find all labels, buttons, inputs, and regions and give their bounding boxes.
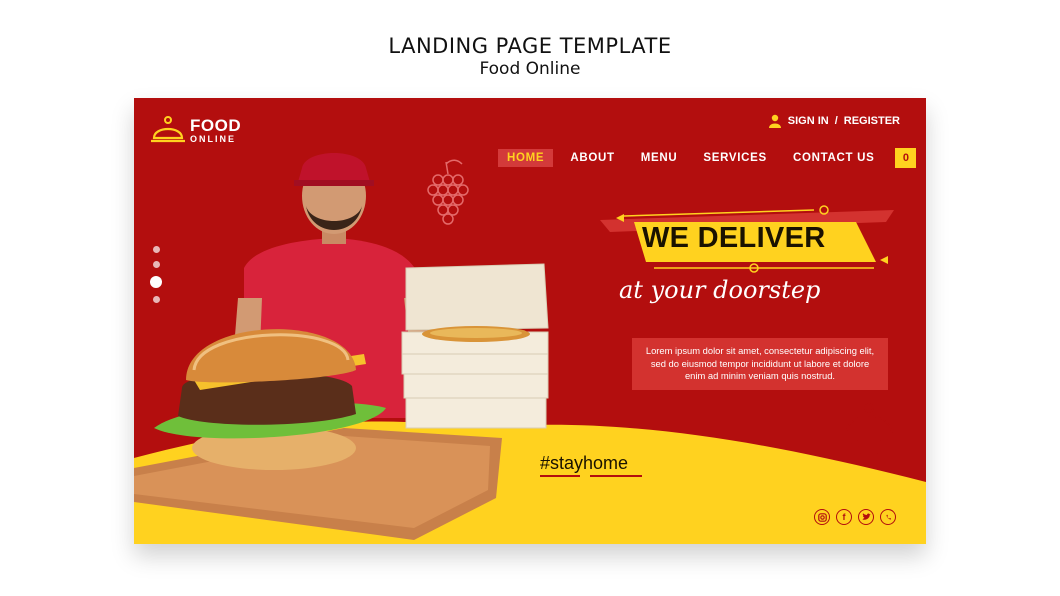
slider-dot[interactable] xyxy=(153,261,160,268)
signin-link[interactable]: SIGN IN xyxy=(788,115,829,127)
nav-item-home[interactable]: HOME xyxy=(498,149,554,167)
hero-description-line: Lorem ipsum dolor sit amet, consectetur … xyxy=(645,345,875,356)
landing-page: FOOD ONLINE SIGN IN / REGISTER HOME ABOU… xyxy=(134,98,926,544)
hero-description-line: enim ad minim veniam quis nostrud. xyxy=(684,370,836,381)
hero-description-line: sed do eiusmod tempor incididunt ut labo… xyxy=(650,357,870,369)
user-icon xyxy=(768,114,781,128)
template-subtitle: Food Online xyxy=(479,59,581,79)
nav-item-contact[interactable]: CONTACT US xyxy=(784,149,884,167)
nav-item-about[interactable]: ABOUT xyxy=(561,149,623,167)
main-nav: HOME ABOUT MENU SERVICES CONTACT US 0 xyxy=(498,148,917,168)
social-links: f xyxy=(814,509,902,525)
cloche-icon xyxy=(151,116,185,143)
hero-headline: WE DELIVER xyxy=(642,222,826,254)
slider-dot[interactable] xyxy=(153,296,160,303)
slider-dot-active[interactable] xyxy=(150,276,162,288)
hashtag: #stayhome xyxy=(540,453,629,473)
hero-tagline: at your doorstep xyxy=(619,276,821,304)
template-title: LANDING PAGE TEMPLATE xyxy=(388,34,672,58)
slider-dot[interactable] xyxy=(153,246,160,253)
auth-links: SIGN IN / REGISTER xyxy=(768,114,900,128)
logo-line1: FOOD xyxy=(190,115,242,135)
pizza-boxes-illustration xyxy=(401,263,549,429)
hashtag-underline xyxy=(590,475,642,477)
register-link[interactable]: REGISTER xyxy=(844,115,900,127)
nav-item-services[interactable]: SERVICES xyxy=(694,149,776,167)
hero-description: Lorem ipsum dolor sit amet, consectetur … xyxy=(632,338,888,390)
slider-dots xyxy=(150,246,162,311)
cart-count-badge[interactable]: 0 xyxy=(895,148,917,168)
nav-item-menu[interactable]: MENU xyxy=(632,149,687,167)
hashtag-underline xyxy=(540,475,580,477)
logo-line2: ONLINE xyxy=(190,133,237,144)
site-logo[interactable]: FOOD ONLINE xyxy=(150,114,241,146)
instagram-icon[interactable] xyxy=(814,509,830,525)
facebook-icon[interactable]: f xyxy=(836,509,852,525)
auth-separator: / xyxy=(834,115,838,127)
whatsapp-icon[interactable] xyxy=(880,509,896,525)
twitter-icon[interactable] xyxy=(858,509,874,525)
